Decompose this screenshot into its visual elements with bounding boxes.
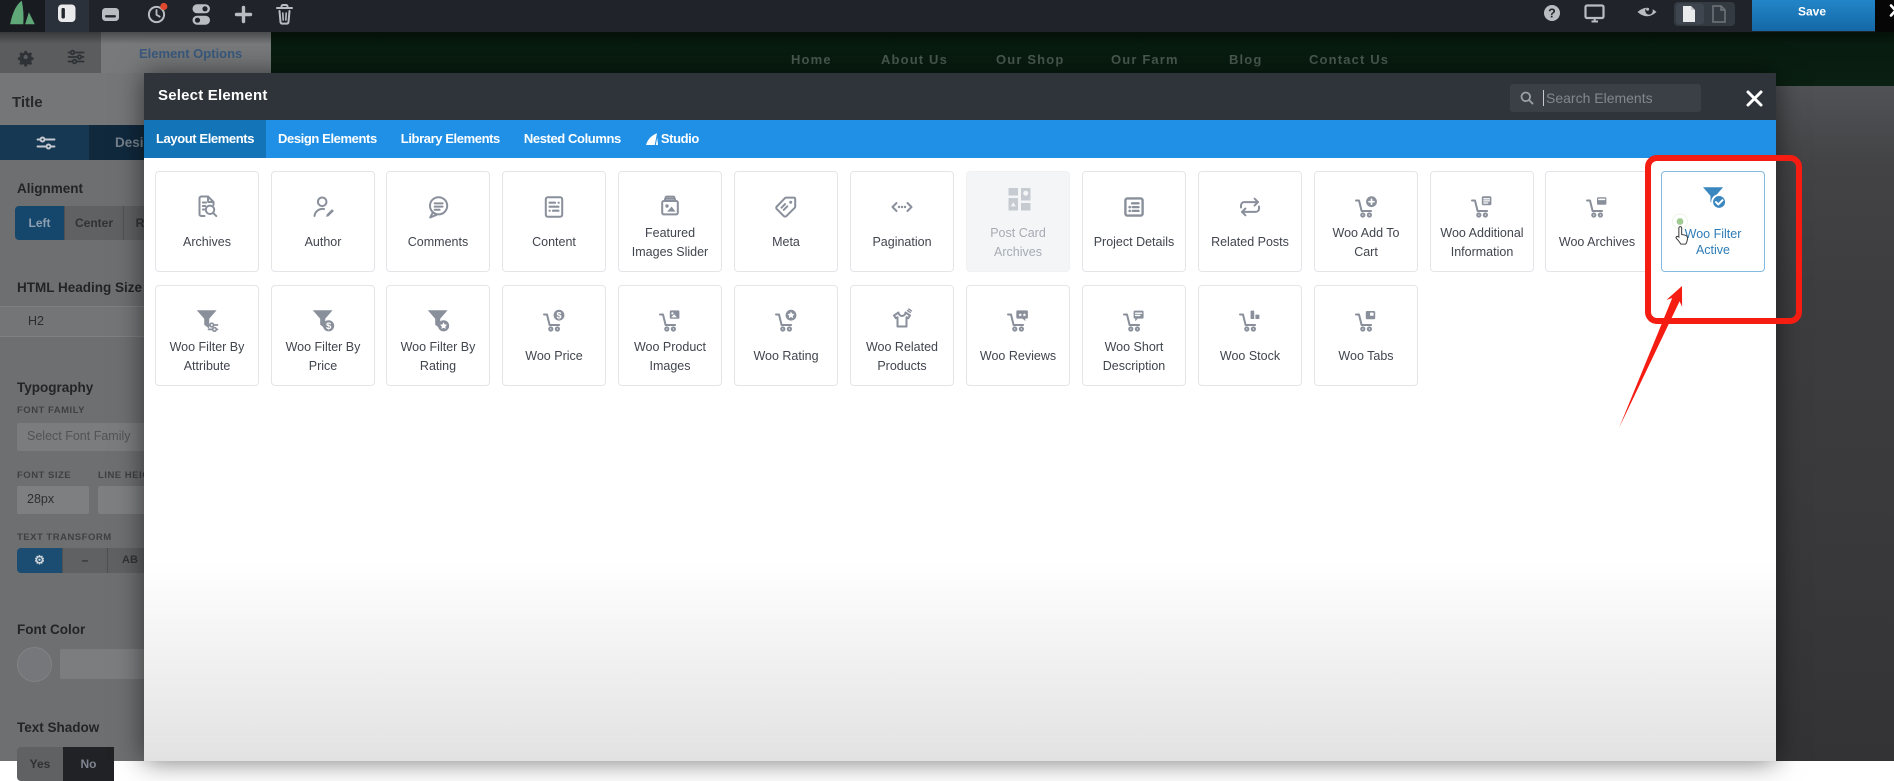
svg-text:$: $: [326, 321, 332, 332]
svg-text:?: ?: [1548, 7, 1556, 21]
svg-text:$: $: [556, 311, 561, 321]
svg-text:Save: Save: [1798, 5, 1826, 19]
